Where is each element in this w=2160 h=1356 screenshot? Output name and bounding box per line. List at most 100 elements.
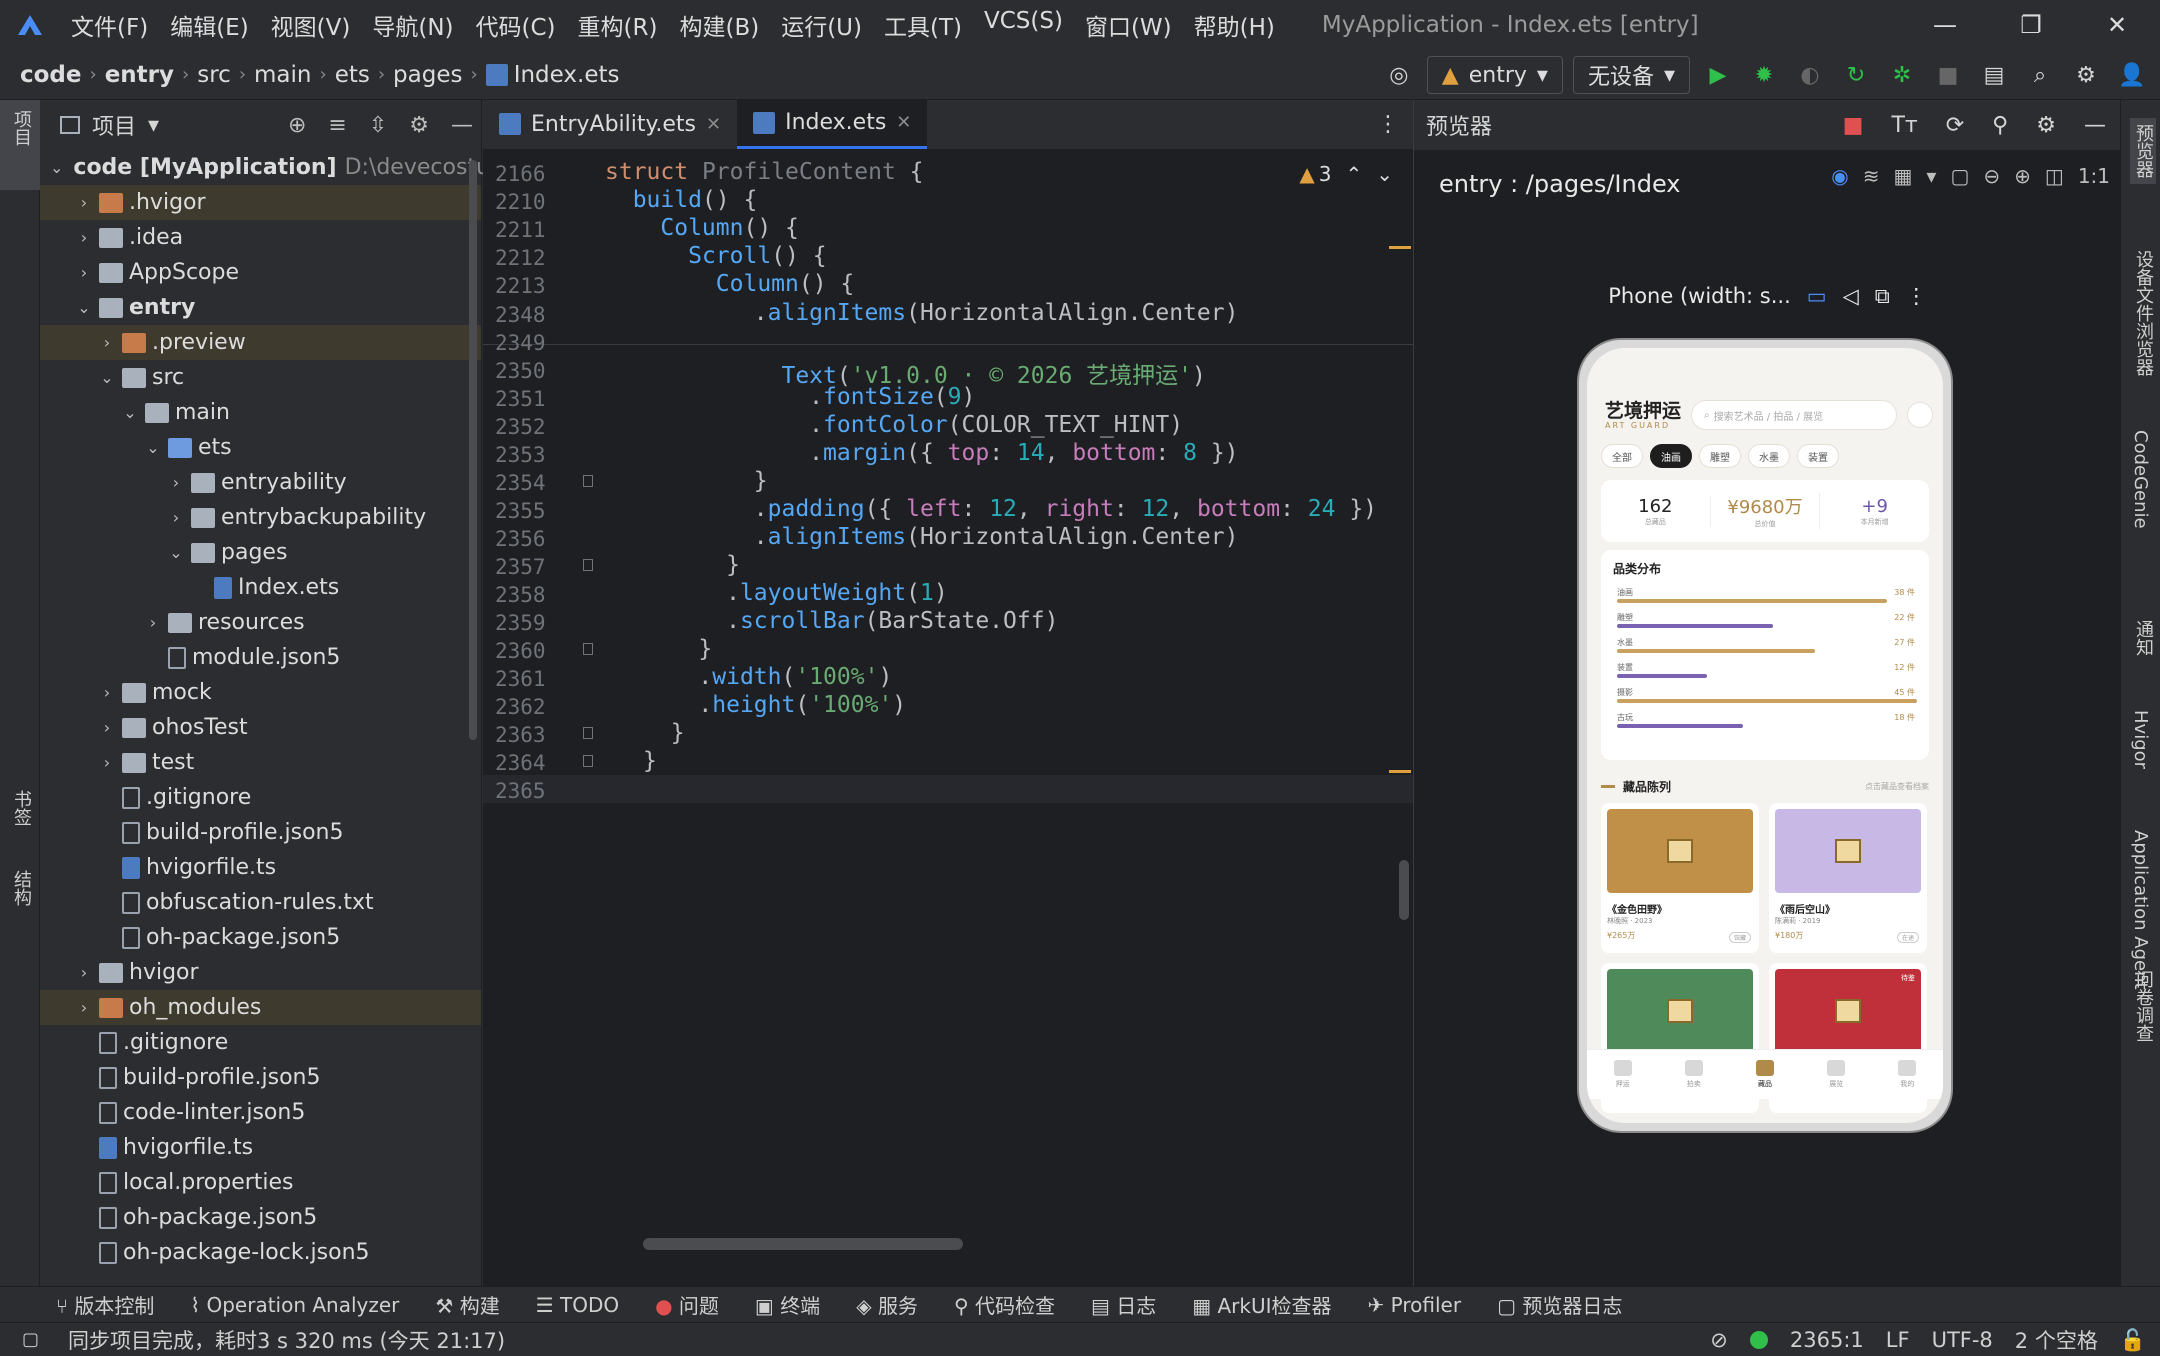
locate-icon[interactable]: ⊕	[288, 113, 306, 138]
close-icon[interactable]: ✕	[706, 114, 721, 135]
target-icon[interactable]: ◎	[1381, 57, 1417, 93]
minimize-button[interactable]: —	[1902, 0, 1988, 50]
fit-icon[interactable]: ▢	[1950, 164, 1969, 188]
chevron-right-icon[interactable]: ›	[96, 718, 118, 737]
line-separator[interactable]: LF	[1886, 1328, 1910, 1352]
artwork-card[interactable]: 《雨后空山》 陈满莉 · 2019 ¥180万 在途	[1769, 803, 1927, 953]
tree-row[interactable]: local.properties	[40, 1165, 481, 1200]
code-line[interactable]: .fontColor(COLOR_TEXT_HINT)	[643, 412, 1183, 438]
profile-icon[interactable]: ✲	[1884, 57, 1920, 93]
chevron-down-icon[interactable]: ⌄	[96, 368, 118, 387]
debug-icon[interactable]: ✹	[1746, 57, 1782, 93]
bottom-tab[interactable]: 展览	[1801, 1050, 1872, 1099]
hide-panel-icon[interactable]: —	[451, 113, 473, 138]
app-logo-icon[interactable]	[0, 0, 60, 50]
category-chip[interactable]: 油画	[1650, 444, 1692, 468]
tree-row[interactable]: › .preview	[40, 325, 481, 360]
hide-panel-icon[interactable]: —	[2084, 113, 2106, 138]
menu-item[interactable]: 运行(U)	[770, 8, 873, 42]
tree-row[interactable]: ⌄ src	[40, 360, 481, 395]
tree-row[interactable]: obfuscation-rules.txt	[40, 885, 481, 920]
cursor-position[interactable]: 2365:1	[1790, 1328, 1864, 1352]
bookmarks-tool-button[interactable]: 书签	[8, 790, 34, 826]
back-icon[interactable]: ◁	[1843, 284, 1859, 308]
tree-row[interactable]: ⌄ entry	[40, 290, 481, 325]
chevron-right-icon[interactable]: ›	[165, 473, 187, 492]
pin-icon[interactable]: ⚲	[1992, 113, 2008, 138]
project-structure-icon[interactable]: ▤	[1976, 57, 2012, 93]
category-chip[interactable]: 水墨	[1748, 444, 1790, 468]
search-icon[interactable]: ⌕	[2022, 57, 2058, 93]
panel-toggle-icon[interactable]: ▢	[22, 1329, 39, 1350]
stop-preview-icon[interactable]: ■	[1843, 113, 1864, 138]
font-size-icon[interactable]: Tт	[1891, 113, 1917, 138]
tree-row[interactable]: oh-package.json5	[40, 1200, 481, 1235]
phone-screen[interactable]: 艺境押运 ART GUARD ⌕ 搜索艺术品 / 拍品 / 展览 全部 油画 雕塑水…	[1587, 348, 1943, 1123]
restore-button[interactable]: ❐	[1988, 0, 2074, 50]
tree-row[interactable]: build-profile.json5	[40, 1060, 481, 1095]
chevron-right-icon[interactable]: ›	[96, 333, 118, 352]
tree-row[interactable]: hvigorfile.ts	[40, 850, 481, 885]
collapse-all-icon[interactable]: ⇳	[369, 113, 387, 138]
tree-row[interactable]: › hvigor	[40, 955, 481, 990]
module-selector[interactable]: ▲ entry ▾	[1426, 56, 1563, 94]
actual-size-icon[interactable]: 1:1	[2078, 164, 2110, 188]
chevron-right-icon[interactable]: ›	[73, 263, 95, 282]
category-chip[interactable]: 雕塑	[1699, 444, 1741, 468]
indent-setting[interactable]: 2 个空格	[2015, 1325, 2098, 1355]
code-line[interactable]: .scrollBar(BarState.Off)	[643, 608, 1058, 634]
code-line[interactable]: .height('100%')	[643, 692, 906, 718]
tree-row[interactable]: .gitignore	[40, 1025, 481, 1060]
tree-row[interactable]: module.json5	[40, 640, 481, 675]
inspection-widget[interactable]: ▲ 3 ⌃ ⌄	[1299, 162, 1393, 186]
chevron-down-icon[interactable]: ⌄	[142, 438, 164, 457]
breadcrumb-item[interactable]: src	[197, 62, 231, 88]
more-icon[interactable]: ⋮	[1363, 99, 1413, 149]
bottom-tool[interactable]: ▤ 日志	[1091, 1290, 1156, 1319]
sticky-code-line[interactable]: build() {	[605, 187, 758, 213]
code-line[interactable]: }	[643, 748, 657, 774]
tree-row[interactable]: › entryability	[40, 465, 481, 500]
right-tool-0[interactable]: 预览器	[2130, 118, 2156, 184]
code-line[interactable]: .padding({ left: 12, right: 12, bottom: …	[643, 496, 1377, 522]
code-line[interactable]: .layoutWeight(1)	[643, 580, 948, 606]
tree-row[interactable]: ⌄ ets	[40, 430, 481, 465]
tree-row[interactable]: ⌄ pages	[40, 535, 481, 570]
zoom-out-icon[interactable]: ⊖	[1983, 164, 2000, 188]
fold-marker-icon[interactable]	[583, 755, 593, 767]
bottom-tool[interactable]: ⌇ Operation Analyzer	[190, 1293, 399, 1317]
code-line[interactable]: }	[643, 468, 768, 494]
attach-debugger-icon[interactable]: ◐	[1792, 57, 1828, 93]
device-type-icon[interactable]: ▭	[1807, 284, 1827, 308]
chevron-right-icon[interactable]: ›	[73, 998, 95, 1017]
rotate-icon[interactable]: ⧉	[1875, 284, 1890, 309]
tree-row[interactable]: oh-package.json5	[40, 920, 481, 955]
right-tool-2[interactable]: CodeGenie	[2130, 430, 2151, 529]
menu-item[interactable]: VCS(S)	[973, 8, 1074, 42]
chevron-right-icon[interactable]: ›	[165, 508, 187, 527]
warning-marker[interactable]	[1389, 770, 1411, 773]
close-window-button[interactable]: ✕	[2074, 0, 2160, 50]
next-highlight-icon[interactable]: ⌄	[1376, 162, 1393, 186]
bottom-tab[interactable]: 拍卖	[1658, 1050, 1729, 1099]
tab-index[interactable]: Index.ets ✕	[737, 99, 928, 149]
tree-row[interactable]: code-linter.json5	[40, 1095, 481, 1130]
tree-row[interactable]: hvigorfile.ts	[40, 1130, 481, 1165]
chevron-down-icon[interactable]: ⌄	[119, 403, 141, 422]
fold-marker-icon[interactable]	[583, 727, 593, 739]
breadcrumb-item[interactable]: entry	[105, 62, 174, 88]
tree-row[interactable]: › .idea	[40, 220, 481, 255]
bottom-tab[interactable]: 我的	[1872, 1050, 1943, 1099]
lock-icon[interactable]: 🔓	[2120, 1328, 2146, 1353]
gallery-more-link[interactable]: 点击藏品查看档案	[1865, 781, 1929, 792]
apply-changes-icon[interactable]: ↻	[1838, 57, 1874, 93]
tree-row[interactable]: Index.ets	[40, 570, 481, 605]
tree-row[interactable]: › oh_modules	[40, 990, 481, 1025]
file-encoding[interactable]: UTF-8	[1932, 1328, 1993, 1352]
bottom-tool[interactable]: ☰ TODO	[536, 1293, 619, 1317]
menu-item[interactable]: 编辑(E)	[159, 8, 259, 42]
right-tool-6[interactable]: 问卷调查	[2130, 970, 2156, 1042]
breadcrumb-item[interactable]: pages	[393, 62, 462, 88]
right-tool-3[interactable]: 通知	[2130, 620, 2156, 656]
grid-icon[interactable]: ▦	[1894, 164, 1913, 188]
